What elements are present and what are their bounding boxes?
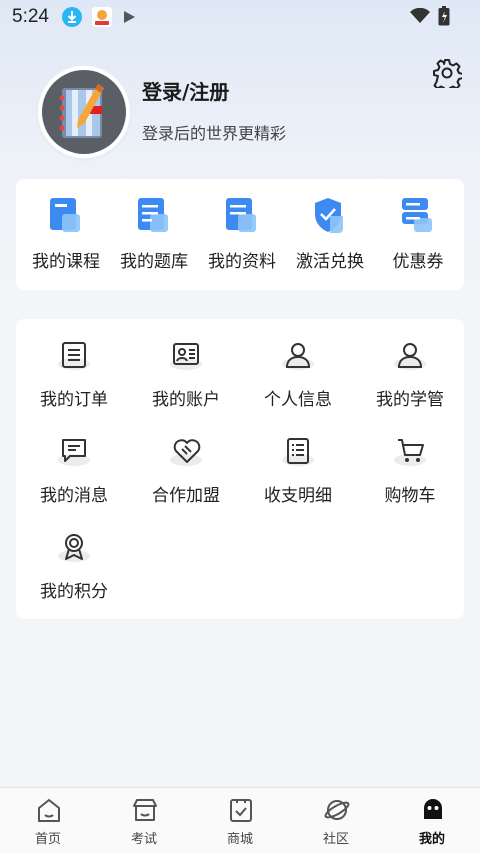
app-notification-icon (91, 6, 113, 28)
account-card-icon (170, 341, 202, 375)
message-icon (58, 437, 90, 471)
quick-item-label: 我的课程 (32, 252, 100, 272)
study-manager-icon (394, 341, 426, 375)
bottom-navigation: 首页 考试 商城 社区 我的 (0, 787, 480, 853)
wifi-icon (410, 7, 430, 28)
menu-item-personal-info[interactable]: 个人信息 (240, 341, 352, 431)
quick-item-my-materials[interactable]: 我的资料 (194, 179, 282, 290)
nav-tab-community[interactable]: 社区 (288, 788, 384, 853)
quick-item-coupons[interactable]: 优惠券 (370, 179, 458, 290)
bag-check-icon (228, 797, 254, 823)
menu-item-label: 我的消息 (40, 486, 108, 506)
status-bar: 5:24 (0, 0, 480, 34)
profile-ghost-icon (420, 797, 446, 823)
nav-label: 首页 (34, 832, 61, 847)
menu-item-study-manager[interactable]: 我的学管 (352, 341, 464, 431)
nav-label: 商城 (226, 832, 253, 847)
login-subtitle: 登录后的世界更精彩 (142, 124, 287, 143)
status-time: 5:24 (12, 6, 49, 27)
nav-tab-exam[interactable]: 考试 (96, 788, 192, 853)
menu-grid-card: 我的订单 我的账户 个人信息 我的学管 我的消息 合作加盟 收支明细 购物车 我… (16, 319, 464, 619)
planet-icon (324, 797, 350, 823)
download-icon (61, 6, 83, 28)
home-icon (36, 797, 62, 823)
battery-icon (438, 6, 450, 30)
menu-item-label: 购物车 (384, 486, 436, 506)
menu-item-label: 合作加盟 (152, 486, 220, 506)
menu-item-cart[interactable]: 购物车 (352, 437, 464, 527)
quick-item-label: 我的资料 (208, 252, 276, 272)
menu-item-label: 我的订单 (40, 390, 108, 410)
quick-item-question-bank[interactable]: 我的题库 (106, 179, 194, 290)
menu-item-my-orders[interactable]: 我的订单 (16, 341, 128, 431)
handshake-heart-icon (170, 437, 202, 471)
person-icon (282, 341, 314, 375)
quick-item-label: 优惠券 (392, 252, 444, 272)
quick-item-activate-redeem[interactable]: 激活兑换 (282, 179, 370, 290)
quick-actions-card: 我的课程 我的题库 我的资料 激活兑换 优惠券 (16, 179, 464, 290)
award-icon (58, 533, 90, 567)
order-icon (58, 341, 90, 375)
menu-item-my-points[interactable]: 我的积分 (16, 533, 128, 623)
nav-label: 我的 (418, 832, 445, 847)
menu-item-my-account[interactable]: 我的账户 (128, 341, 240, 431)
quick-item-label: 激活兑换 (296, 252, 364, 272)
menu-item-label: 我的积分 (40, 582, 108, 602)
quick-item-my-courses[interactable]: 我的课程 (18, 179, 106, 290)
store-exam-icon (132, 797, 158, 823)
menu-item-my-messages[interactable]: 我的消息 (16, 437, 128, 527)
nav-tab-mall[interactable]: 商城 (192, 788, 288, 853)
materials-icon (224, 196, 258, 236)
notebook-pencil-icon (42, 70, 126, 154)
nav-label: 考试 (130, 832, 157, 847)
nav-tab-mine[interactable]: 我的 (384, 788, 480, 853)
coupon-icon (400, 196, 434, 236)
menu-item-label: 收支明细 (264, 486, 332, 506)
nav-tab-home[interactable]: 首页 (0, 788, 96, 853)
login-register-link[interactable]: 登录/注册 (142, 76, 229, 105)
menu-item-label: 我的账户 (152, 390, 220, 410)
question-bank-icon (136, 196, 170, 236)
nav-label: 社区 (322, 832, 349, 847)
menu-item-label: 我的学管 (376, 390, 444, 410)
menu-item-label: 个人信息 (264, 390, 332, 410)
course-icon (48, 196, 82, 236)
settings-gear-icon[interactable] (432, 58, 464, 93)
cart-icon (394, 437, 426, 471)
play-store-icon (121, 9, 137, 25)
ledger-icon (282, 437, 314, 471)
activate-shield-icon (312, 196, 346, 236)
quick-item-label: 我的题库 (120, 252, 188, 272)
avatar[interactable] (38, 66, 130, 158)
menu-item-partnership[interactable]: 合作加盟 (128, 437, 240, 527)
menu-item-income-expense[interactable]: 收支明细 (240, 437, 352, 527)
